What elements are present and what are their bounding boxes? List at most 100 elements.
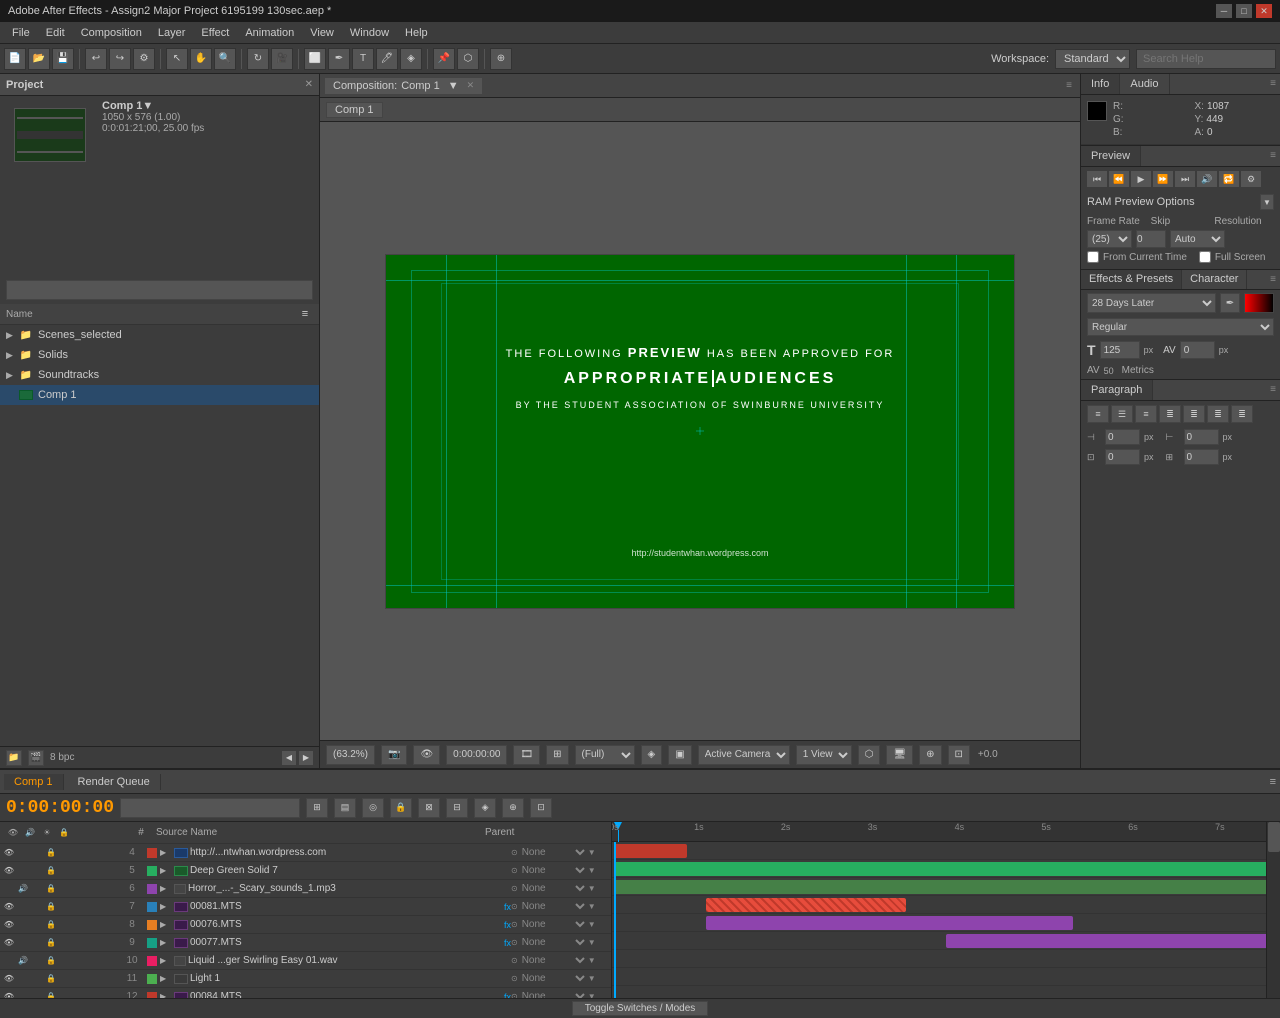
justify-right-btn[interactable]: ≣ (1207, 405, 1229, 423)
tl-row7-expand[interactable]: ▶ (160, 902, 172, 911)
tl-row8-audio[interactable]: 🔊 (17, 919, 29, 931)
tl-row6-lock[interactable]: 🔒 (45, 883, 57, 895)
ram-options-dropdown[interactable]: ▼ (1260, 194, 1274, 210)
menu-file[interactable]: File (4, 25, 38, 41)
tool-pen[interactable]: ✒ (328, 48, 350, 70)
minimize-button[interactable]: ─ (1216, 4, 1232, 18)
menu-window[interactable]: Window (342, 25, 397, 41)
tl-row10-expand[interactable]: ▶ (160, 956, 172, 965)
viewer-view-select[interactable]: 1 View (796, 745, 852, 765)
tab-effects-presets[interactable]: Effects & Presets (1081, 270, 1182, 289)
tl-row7-audio[interactable]: 🔊 (17, 901, 29, 913)
tl-row6-eye[interactable]: 👁 (3, 883, 15, 895)
search-help-input[interactable] (1136, 49, 1276, 69)
viewer-snapshot-btn[interactable]: 📷 (381, 745, 407, 765)
tab-paragraph[interactable]: Paragraph (1081, 380, 1153, 400)
viewer-timecode-btn[interactable]: 0:00:00:00 (446, 745, 507, 765)
viewer-overlay-btn[interactable]: ▣ (668, 745, 691, 765)
tab-info[interactable]: Info (1081, 74, 1120, 94)
toggle-switches-btn[interactable]: Toggle Switches / Modes (572, 1001, 709, 1016)
menu-effect[interactable]: Effect (193, 25, 237, 41)
viewer-display-btn[interactable]: 👁 (413, 745, 440, 765)
tl-row6-parent-select[interactable]: None (518, 882, 588, 895)
justify-left-btn[interactable]: ≣ (1159, 405, 1181, 423)
tl-lock-btn[interactable]: 🔒 (390, 798, 412, 818)
viewer-render-btn[interactable]: 🖥 (886, 745, 913, 765)
tl-row8-expand[interactable]: ▶ (160, 920, 172, 929)
new-project-btn[interactable]: 📄 (4, 48, 26, 70)
font-size-input[interactable] (1100, 341, 1140, 359)
prev-options-btn[interactable]: ⚙ (1241, 171, 1261, 187)
tool-shape[interactable]: ⬡ (457, 48, 479, 70)
menu-layer[interactable]: Layer (150, 25, 194, 41)
prev-fwd-btn[interactable]: ⏩ (1153, 171, 1173, 187)
viewer-quality-select[interactable]: (Full) Half Quarter (575, 745, 635, 765)
settings-btn[interactable]: ⚙ (133, 48, 155, 70)
comp-tab-arrow[interactable]: ▼ (448, 80, 459, 92)
prev-last-btn[interactable]: ⏭ (1175, 171, 1195, 187)
viewer-zoom-btn[interactable]: (63.2%) (326, 745, 375, 765)
undo-btn[interactable]: ↩ (85, 48, 107, 70)
tl-row10-solo[interactable]: ☀ (31, 955, 43, 967)
clip-4[interactable] (614, 844, 687, 858)
project-item-soundtracks[interactable]: ▶ 📁 Soundtracks (0, 365, 319, 385)
tool-extra[interactable]: ⊕ (490, 48, 512, 70)
close-button[interactable]: ✕ (1256, 4, 1272, 18)
tool-clone[interactable]: ◈ (400, 48, 422, 70)
viewer-3d-btn[interactable]: ⬡ (858, 745, 881, 765)
comp-tab-close[interactable]: ✕ (467, 80, 475, 91)
justify-center-btn[interactable]: ≣ (1183, 405, 1205, 423)
effects-panel-menu[interactable]: ≡ (1266, 270, 1280, 289)
tab-audio[interactable]: Audio (1120, 74, 1169, 94)
prev-back-btn[interactable]: ⏪ (1109, 171, 1129, 187)
tl-row11-parent-dropdown[interactable]: ▼ (588, 974, 596, 983)
tool-select[interactable]: ↖ (166, 48, 188, 70)
tl-panel-menu[interactable]: ≡ (1270, 776, 1276, 788)
tl-row7-parent-select[interactable]: None (518, 900, 588, 913)
new-folder-btn[interactable]: 📁 (6, 750, 22, 766)
tl-row9-eye[interactable]: 👁 (3, 937, 15, 949)
tl-row6-audio[interactable]: 🔊 (17, 883, 29, 895)
tl-row10-parent-select[interactable]: None (518, 954, 588, 967)
tab-preview[interactable]: Preview (1081, 146, 1141, 166)
align-left-btn[interactable]: ≡ (1087, 405, 1109, 423)
tl-row12-lock[interactable]: 🔒 (45, 991, 57, 999)
timeline-timecode[interactable]: 0:00:00:00 (6, 798, 114, 818)
tl-row6-expand[interactable]: ▶ (160, 884, 172, 893)
tl-motionblur-btn[interactable]: ⊕ (502, 798, 524, 818)
tl-row9-parent-select[interactable]: None (518, 936, 588, 949)
tl-row5-parent-select[interactable]: None (518, 864, 588, 877)
tl-tab-comp1[interactable]: Comp 1 (4, 774, 64, 790)
kern-input[interactable] (1180, 341, 1215, 359)
tl-row7-lock[interactable]: 🔒 (45, 901, 57, 913)
indent-left-input[interactable] (1105, 429, 1140, 445)
tl-row12-audio[interactable]: 🔊 (17, 991, 29, 999)
tl-row11-solo[interactable]: ☀ (31, 973, 43, 985)
prev-play-btn[interactable]: ▶ (1131, 171, 1151, 187)
tl-row5-expand[interactable]: ▶ (160, 866, 172, 875)
menu-animation[interactable]: Animation (237, 25, 302, 41)
viewer-camera-select[interactable]: Active Camera (698, 745, 790, 765)
clip-6[interactable] (614, 880, 1276, 894)
indent-right-input[interactable] (1184, 429, 1219, 445)
tl-row4-lock[interactable]: 🔒 (45, 847, 57, 859)
tab-character[interactable]: Character (1182, 270, 1247, 289)
menu-view[interactable]: View (302, 25, 342, 41)
save-btn[interactable]: 💾 (52, 48, 74, 70)
tool-zoom[interactable]: 🔍 (214, 48, 236, 70)
comp-breadcrumb-btn[interactable]: Comp 1 (326, 102, 383, 118)
tl-expand-btn[interactable]: ▤ (334, 798, 356, 818)
tl-row12-eye[interactable]: 👁 (3, 991, 15, 999)
viewer-region-btn[interactable]: ⊡ (948, 745, 970, 765)
tl-row9-parent-dropdown[interactable]: ▼ (588, 938, 596, 947)
viewer-camera-icon-btn[interactable]: 🎞 (513, 745, 540, 765)
tl-row10-lock[interactable]: 🔒 (45, 955, 57, 967)
tl-row10-parent-dropdown[interactable]: ▼ (588, 956, 596, 965)
justify-all-btn[interactable]: ≣ (1231, 405, 1253, 423)
tl-row11-audio[interactable]: 🔊 (17, 973, 29, 985)
tl-row8-lock[interactable]: 🔒 (45, 919, 57, 931)
info-panel-menu[interactable]: ≡ (1266, 74, 1280, 94)
tl-row4-audio[interactable]: 🔊 (17, 847, 29, 859)
project-item-solids[interactable]: ▶ 📁 Solids (0, 345, 319, 365)
tl-row7-eye[interactable]: 👁 (3, 901, 15, 913)
